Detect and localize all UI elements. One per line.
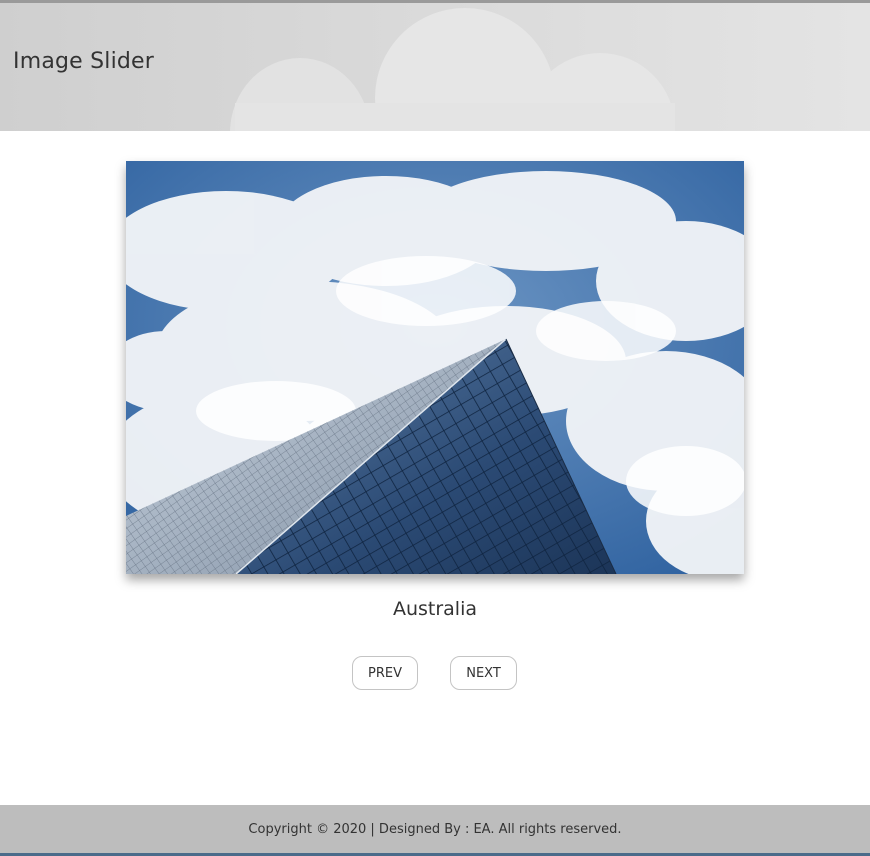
page: Image Slider Australia PREV NEXT Copyrig… bbox=[0, 0, 870, 856]
skyscraper-photo-icon bbox=[126, 161, 744, 574]
prev-button[interactable]: PREV bbox=[352, 656, 418, 690]
slide-caption: Australia bbox=[392, 598, 478, 620]
slider-image bbox=[126, 161, 744, 574]
footer: Copyright © 2020 | Designed By : EA. All… bbox=[0, 805, 870, 856]
page-title: Image Slider bbox=[13, 49, 155, 74]
header: Image Slider bbox=[0, 0, 870, 131]
footer-copyright: Copyright © 2020 | Designed By : EA. All… bbox=[248, 822, 622, 837]
next-button[interactable]: NEXT bbox=[450, 656, 517, 690]
